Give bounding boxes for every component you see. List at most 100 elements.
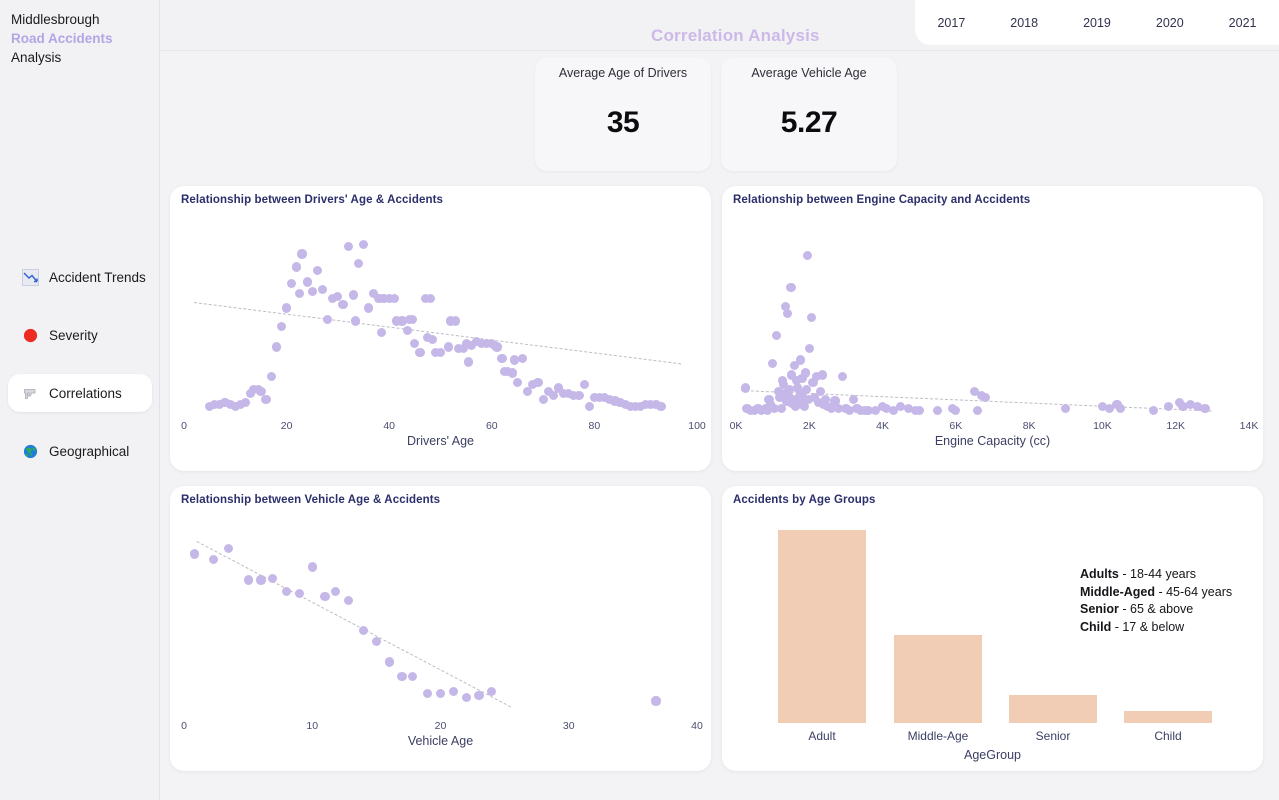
scatter-point[interactable] [497,353,507,363]
scatter-point[interactable] [740,383,750,393]
scatter-point[interactable] [517,353,528,363]
scatter-point[interactable] [980,392,990,402]
scatter-point[interactable] [287,279,297,289]
scatter-point[interactable] [435,688,446,699]
scatter-point[interactable] [224,543,234,554]
scatter-point[interactable] [512,377,523,387]
scatter-point[interactable] [320,592,330,602]
scatter-point[interactable] [266,372,276,382]
year-tab-2020[interactable]: 2020 [1133,16,1206,30]
scatter-point[interactable] [771,331,781,341]
scatter-point[interactable] [443,342,453,352]
scatter-point[interactable] [353,258,363,268]
year-tab-2017[interactable]: 2017 [915,16,988,30]
sidebar-item-accident-trends[interactable]: Accident Trends [8,258,152,296]
scatter-point[interactable] [256,575,266,585]
scatter-point[interactable] [338,299,348,309]
scatter-point[interactable] [271,342,281,352]
scatter-point[interactable] [307,286,317,296]
scatter-point[interactable] [297,249,307,259]
year-tab-2021[interactable]: 2021 [1206,16,1279,30]
scatter-point[interactable] [464,357,474,367]
scatter-point[interactable] [817,370,827,380]
scatter-point[interactable] [848,394,858,404]
scatter-point[interactable] [651,696,661,706]
scatter-point[interactable] [474,690,484,700]
scatter-point[interactable] [461,692,471,702]
scatter-point[interactable] [294,588,304,598]
scatter-point[interactable] [507,368,517,378]
scatter-point[interactable] [282,303,292,313]
scatter-point[interactable] [801,368,811,378]
bar[interactable] [894,634,982,723]
scatter-point[interactable] [348,290,358,300]
scatter-point[interactable] [208,555,219,565]
scatter-point[interactable] [538,394,548,404]
scatter-point[interactable] [389,294,399,304]
scatter-point[interactable] [364,303,374,313]
scatter-point[interactable] [371,636,381,647]
scatter-point[interactable] [189,549,199,559]
scatter-point[interactable] [1149,405,1159,415]
scatter-point[interactable] [425,294,435,304]
scatter-plot-engine-capacity[interactable]: 0K 2K 4K 6K 8K 10K 12K 14K [722,186,1263,471]
scatter-point[interactable] [492,342,502,352]
scatter-point[interactable] [1116,403,1126,413]
scatter-point[interactable] [294,288,304,298]
scatter-point[interactable] [312,266,322,276]
scatter-point[interactable] [806,312,816,322]
scatter-plot-vehicle-age[interactable]: 0 10 20 30 40 [170,486,711,771]
bar[interactable] [1009,694,1097,723]
scatter-point[interactable] [384,657,394,667]
year-tab-2019[interactable]: 2019 [1061,16,1134,30]
scatter-point[interactable] [1200,403,1210,413]
sidebar-item-correlations[interactable]: Correlations [8,374,152,412]
scatter-point[interactable] [407,672,417,682]
scatter-point[interactable] [786,282,796,293]
scatter-point[interactable] [358,240,369,250]
scatter-point[interactable] [397,672,407,682]
scatter-point[interactable] [973,405,983,415]
scatter-point[interactable] [267,573,278,583]
scatter-point[interactable] [358,625,369,635]
scatter-point[interactable] [302,277,312,287]
scatter-point[interactable] [656,401,666,412]
bar[interactable] [1124,710,1212,723]
sidebar-item-geographical[interactable]: Geographical [8,432,152,470]
scatter-point[interactable] [282,586,292,596]
scatter-point[interactable] [802,251,813,261]
sidebar-item-severity[interactable]: Severity [8,316,152,354]
scatter-point[interactable] [1163,401,1173,412]
scatter-point[interactable] [240,398,251,408]
scatter-point[interactable] [330,586,340,596]
bar[interactable] [778,530,866,723]
scatter-point[interactable] [423,688,433,699]
scatter-point[interactable] [1061,403,1071,413]
scatter-point[interactable] [579,379,589,389]
scatter-point[interactable] [323,314,333,324]
scatter-point[interactable] [795,355,805,365]
scatter-point[interactable] [351,316,361,326]
scatter-point[interactable] [243,575,253,585]
scatter-point[interactable] [932,405,943,415]
scatter-point[interactable] [410,338,420,348]
scatter-point[interactable] [376,327,387,337]
scatter-point[interactable] [343,242,353,252]
scatter-point[interactable] [533,377,543,387]
scatter-point[interactable] [782,308,792,319]
scatter-point[interactable] [317,284,328,294]
scatter-point[interactable] [292,262,302,272]
scatter-point[interactable] [574,390,584,400]
scatter-point[interactable] [837,372,847,382]
scatter-point[interactable] [448,687,458,697]
scatter-point[interactable] [402,325,412,335]
scatter-point[interactable] [276,321,287,332]
scatter-point[interactable] [307,562,317,572]
scatter-point[interactable] [261,394,271,404]
year-tab-2018[interactable]: 2018 [988,16,1061,30]
scatter-point[interactable] [584,401,594,412]
scatter-point[interactable] [343,595,353,606]
scatter-point[interactable] [951,405,961,415]
scatter-point[interactable] [914,405,924,415]
scatter-plot-drivers-age[interactable]: 0 20 40 60 80 100 [170,186,711,471]
